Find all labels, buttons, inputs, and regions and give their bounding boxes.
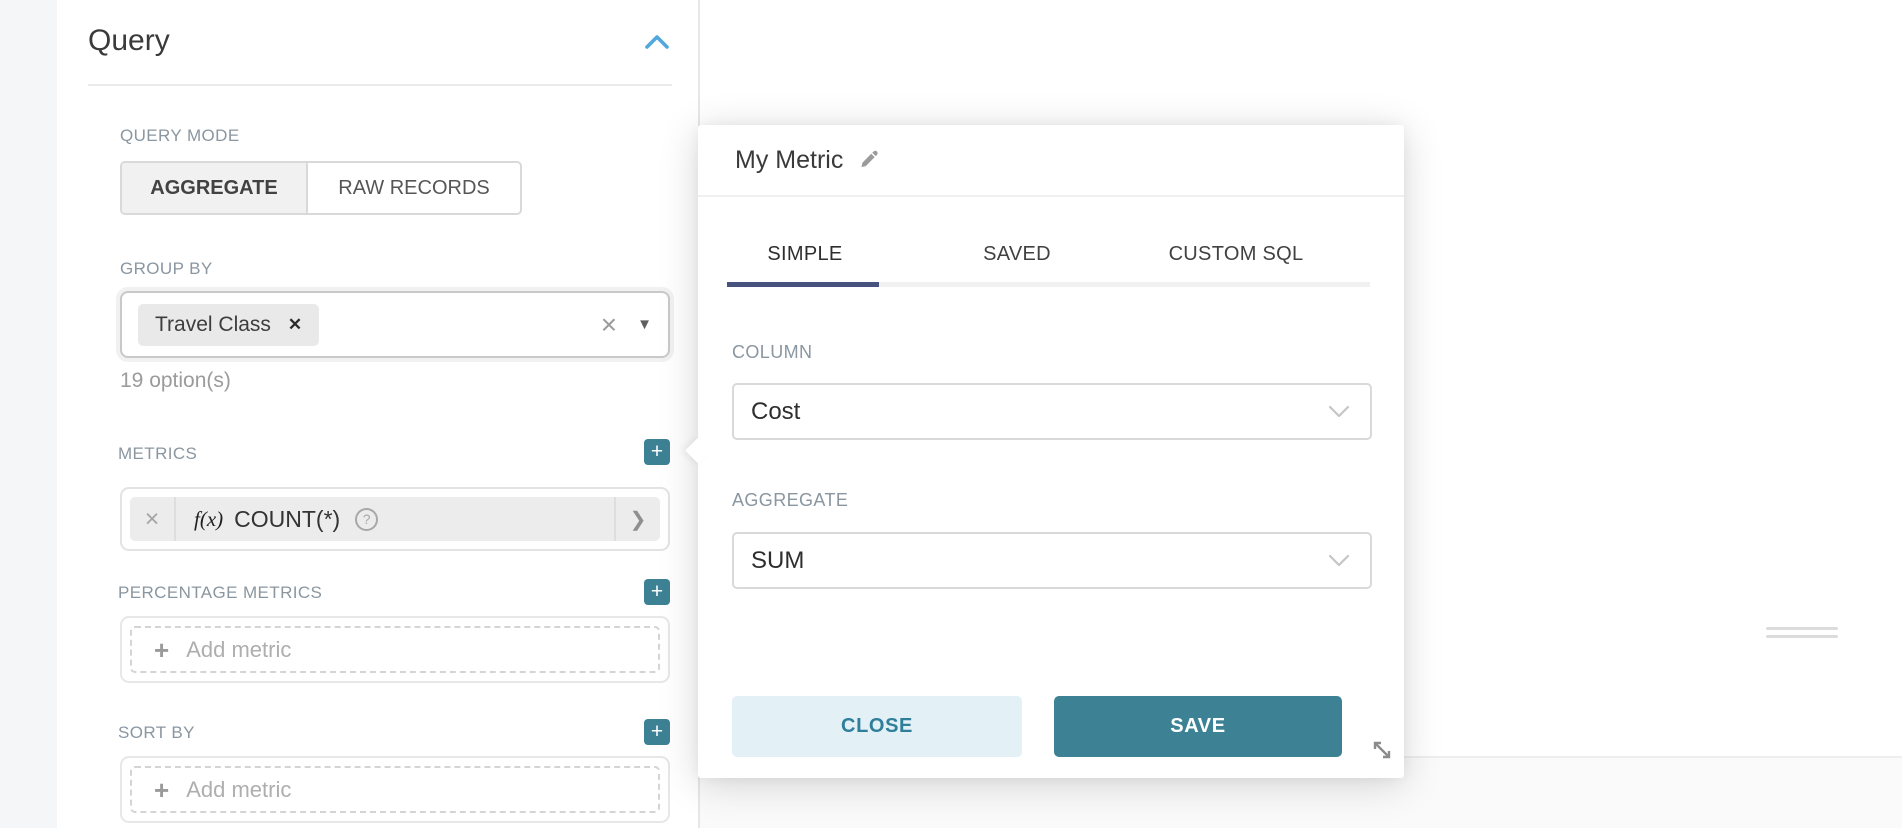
metric-pill-count[interactable]: × f(x) COUNT(*) ? ❯ — [130, 497, 660, 541]
percentage-metrics-label: PERCENTAGE METRICS — [118, 583, 322, 603]
add-metric-button[interactable]: + — [644, 439, 670, 465]
section-title-query: Query — [88, 24, 170, 58]
group-by-tag[interactable]: Travel Class ✕ — [138, 304, 319, 346]
aggregate-label: AGGREGATE — [732, 490, 848, 511]
remove-metric-icon[interactable]: × — [130, 497, 176, 541]
help-icon[interactable]: ? — [355, 508, 378, 531]
metrics-label: METRICS — [118, 444, 197, 464]
chevron-down-icon — [1328, 554, 1350, 567]
aggregate-select-value: SUM — [751, 547, 1328, 575]
popover-header: My Metric — [698, 125, 1404, 197]
tab-active-indicator — [727, 282, 879, 287]
metrics-container: × f(x) COUNT(*) ? ❯ — [120, 487, 670, 551]
add-percentage-metric-button[interactable]: + — [644, 579, 670, 605]
column-label: COLUMN — [732, 342, 812, 363]
chevron-down-icon — [1328, 405, 1350, 418]
tag-remove-icon[interactable]: ✕ — [288, 315, 302, 335]
add-metric-placeholder: Add metric — [186, 777, 291, 803]
query-mode-label: QUERY MODE — [120, 126, 240, 146]
collapse-chevron-icon[interactable] — [644, 33, 670, 51]
save-button[interactable]: SAVE — [1054, 696, 1342, 757]
group-by-label: GROUP BY — [120, 259, 213, 279]
add-metric-placeholder: Add metric — [186, 637, 291, 663]
metric-expand-chevron-icon[interactable]: ❯ — [614, 497, 660, 541]
section-divider — [88, 84, 672, 86]
aggregate-select[interactable]: SUM — [732, 532, 1372, 589]
caret-down-icon[interactable]: ▼ — [637, 316, 652, 333]
close-button[interactable]: CLOSE — [732, 696, 1022, 757]
metric-name: COUNT(*) — [234, 506, 340, 533]
sort-by-label: SORT BY — [118, 723, 195, 743]
plus-icon: + — [154, 777, 169, 803]
metric-editor-popover: My Metric SIMPLE SAVED CUSTOM SQL COLUMN… — [698, 125, 1404, 778]
add-percentage-metric-dropzone[interactable]: + Add metric — [130, 626, 660, 673]
column-select-value: Cost — [751, 398, 1328, 426]
tab-saved[interactable]: SAVED — [983, 243, 1051, 266]
function-icon: f(x) — [194, 507, 223, 532]
explore-screen: Query QUERY MODE AGGREGATE RAW RECORDS G… — [0, 0, 1902, 828]
query-mode-toggle: AGGREGATE RAW RECORDS — [120, 161, 522, 215]
left-gutter — [0, 0, 57, 828]
percentage-metrics-container: + Add metric — [120, 616, 670, 683]
add-sort-metric-button[interactable]: + — [644, 719, 670, 745]
group-by-select[interactable]: Travel Class ✕ × ▼ — [120, 291, 670, 358]
tab-simple[interactable]: SIMPLE — [767, 243, 842, 266]
query-mode-raw-records-button[interactable]: RAW RECORDS — [308, 163, 520, 213]
plus-icon: + — [154, 637, 169, 663]
column-select[interactable]: Cost — [732, 383, 1372, 440]
add-sort-metric-dropzone[interactable]: + Add metric — [130, 766, 660, 813]
group-by-tag-label: Travel Class — [155, 313, 271, 337]
clear-selection-icon[interactable]: × — [601, 311, 617, 339]
grip-line — [1766, 635, 1838, 638]
metric-title: My Metric — [735, 146, 843, 175]
sort-by-container: + Add metric — [120, 756, 670, 823]
group-by-options-hint: 19 option(s) — [120, 369, 231, 393]
tab-custom-sql[interactable]: CUSTOM SQL — [1169, 243, 1304, 266]
query-mode-aggregate-button[interactable]: AGGREGATE — [122, 163, 308, 213]
popover-resize-icon[interactable] — [1368, 736, 1396, 764]
metric-pill-body[interactable]: f(x) COUNT(*) ? — [176, 506, 614, 533]
pane-resize-grip[interactable] — [1766, 626, 1838, 639]
popover-arrow — [685, 437, 712, 464]
edit-title-pencil-icon[interactable] — [858, 149, 881, 172]
grip-line — [1766, 627, 1838, 630]
